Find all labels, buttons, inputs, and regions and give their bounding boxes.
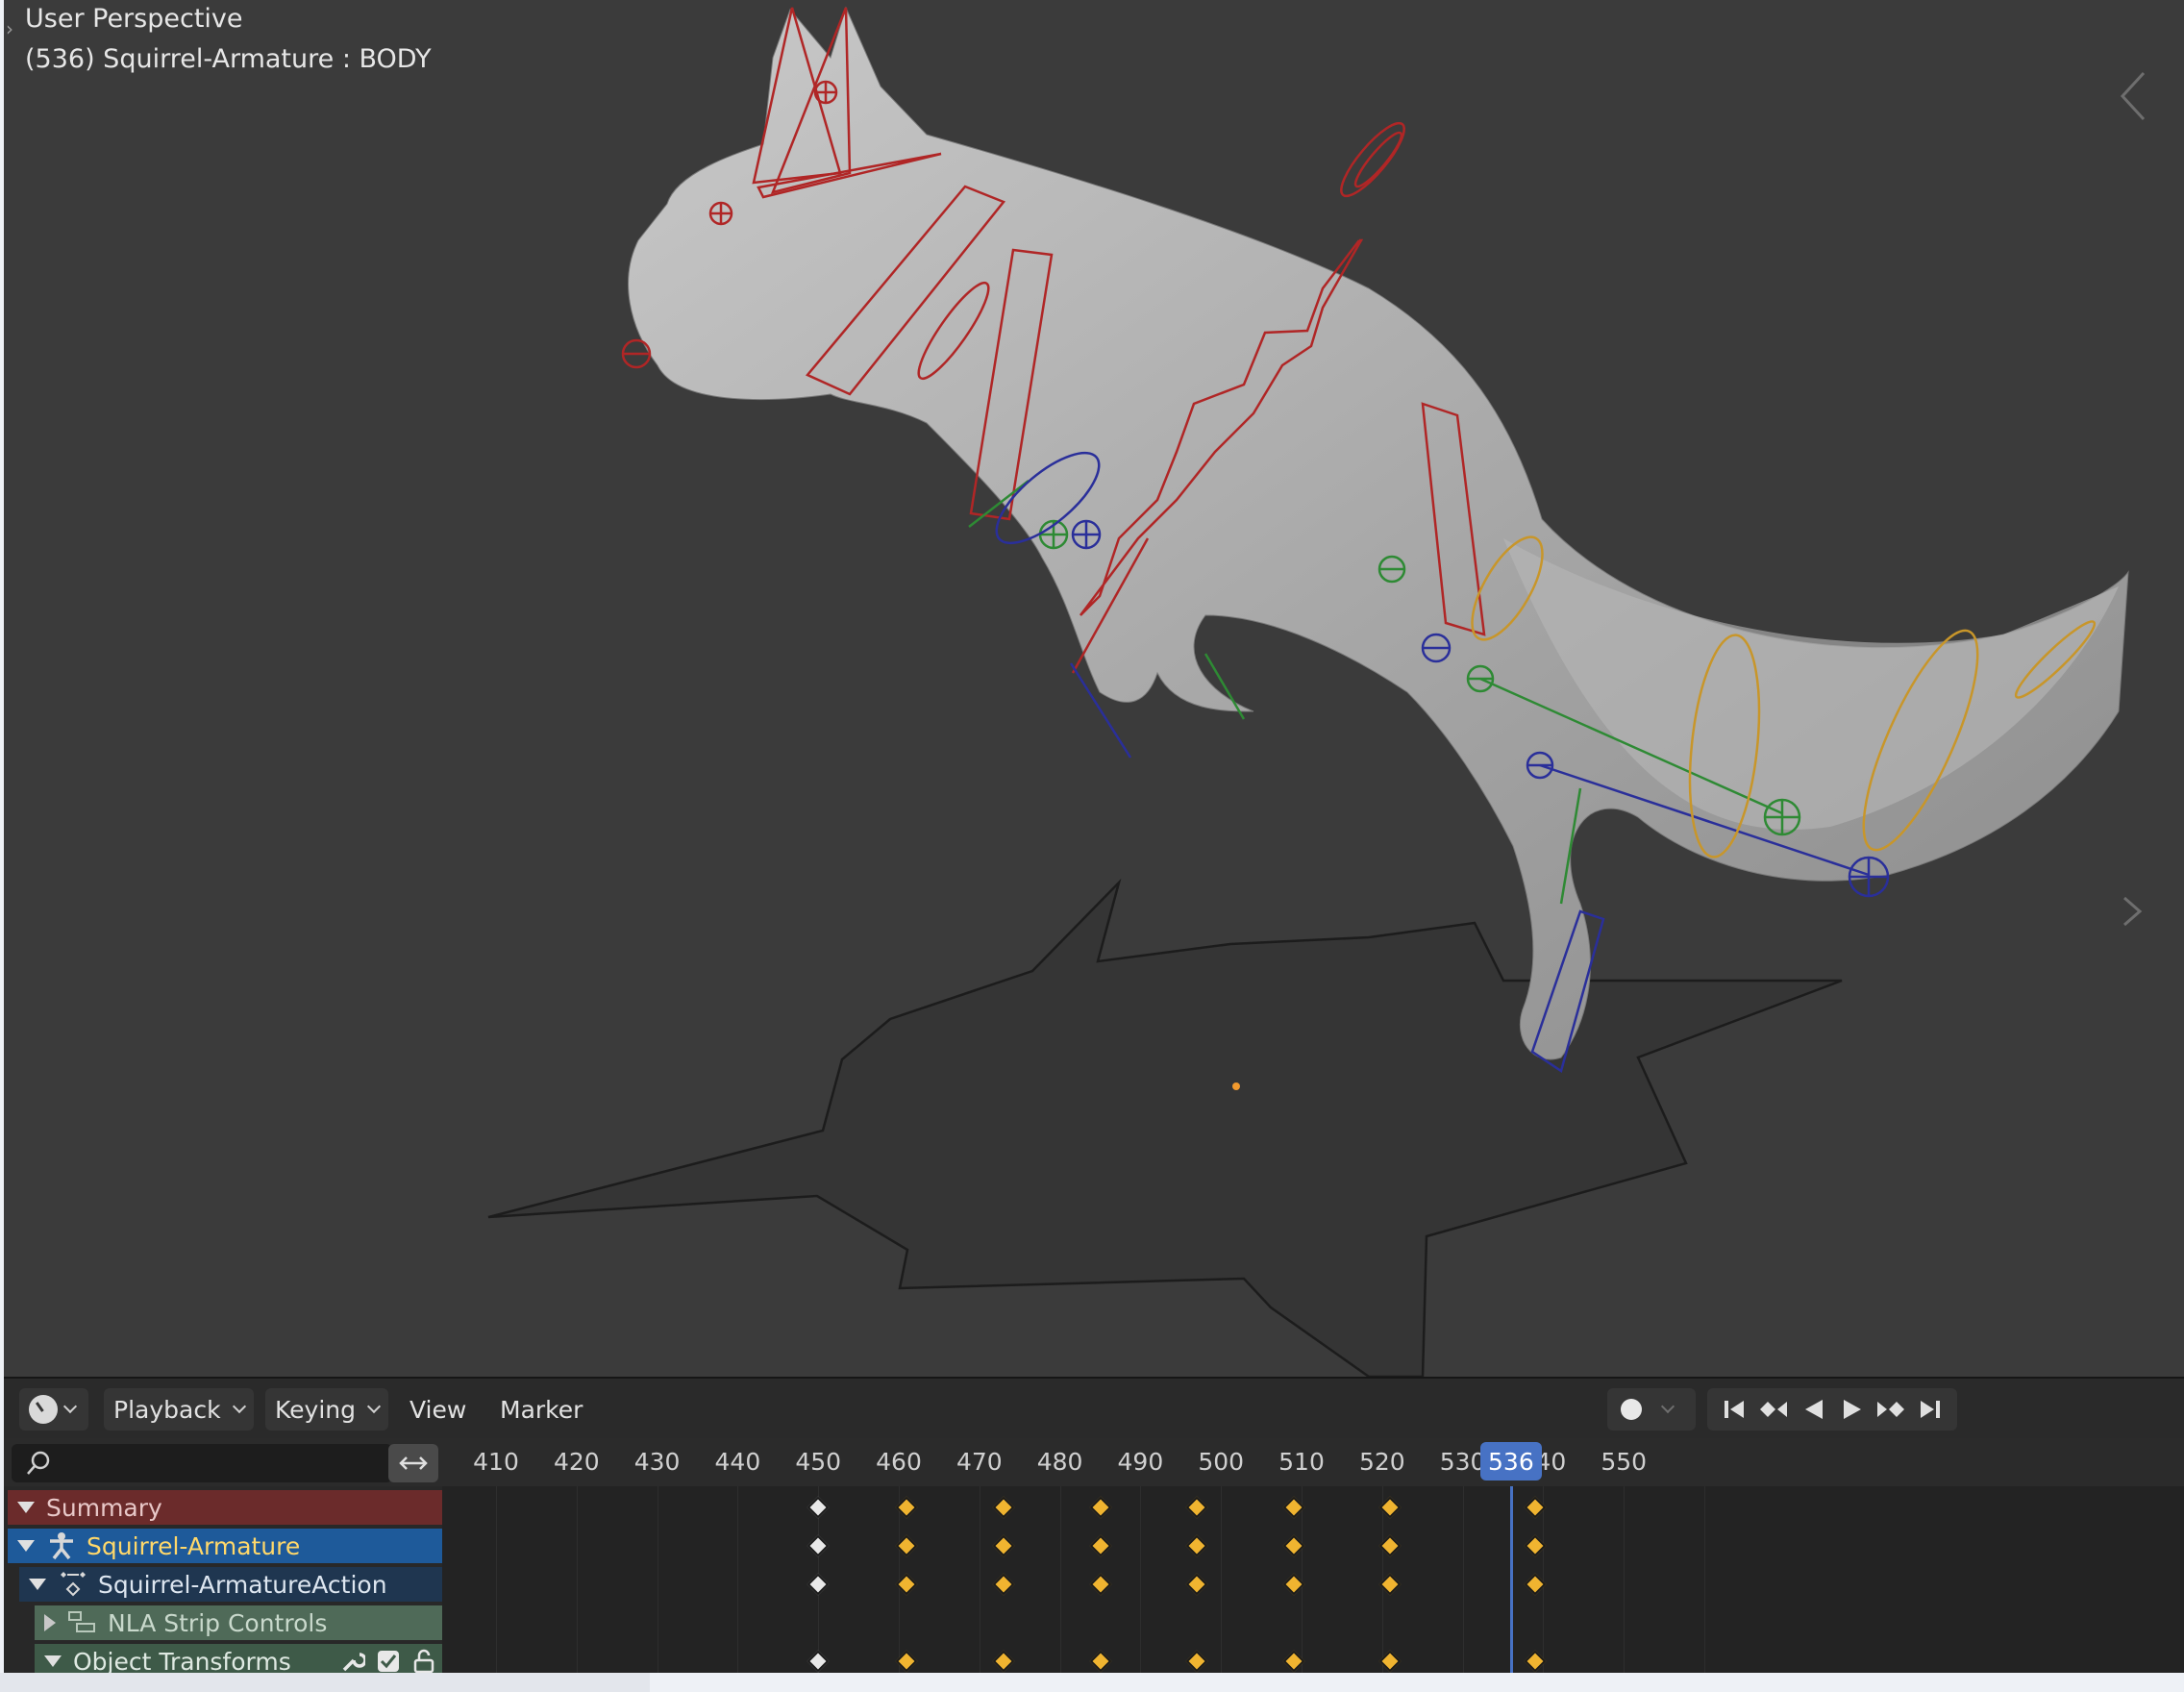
keyframe-marker[interactable] (1185, 1573, 1208, 1596)
play-reverse-icon[interactable] (1798, 1394, 1828, 1425)
expand-toggle-icon[interactable] (44, 1655, 62, 1667)
keyframe-marker[interactable] (807, 1534, 830, 1557)
channel-action-label: Squirrel-ArmatureAction (98, 1570, 387, 1599)
frame-tick-label: 420 (553, 1448, 600, 1476)
channel-nla-strip-controls[interactable]: NLA Strip Controls (35, 1605, 442, 1640)
channel-nla-label: NLA Strip Controls (108, 1608, 328, 1637)
channel-object-transforms[interactable]: Object Transforms (35, 1644, 442, 1673)
keyframe-marker[interactable] (807, 1496, 830, 1519)
tool-settings-chevron-icon[interactable] (2119, 892, 2146, 931)
frame-tick-label: 470 (956, 1448, 1003, 1476)
lock-icon[interactable] (411, 1649, 436, 1673)
frame-tick-label: 480 (1036, 1448, 1083, 1476)
squirrel-body (628, 6, 2129, 1060)
wrench-icon[interactable] (340, 1649, 365, 1673)
frame-tick-label: 440 (714, 1448, 761, 1476)
expand-toggle-icon[interactable] (17, 1540, 35, 1552)
frame-tick-label: 520 (1358, 1448, 1405, 1476)
expand-toggle-icon[interactable] (29, 1579, 46, 1590)
keyframe-marker[interactable] (1185, 1534, 1208, 1557)
sidebar-open-icon[interactable] (2115, 67, 2153, 125)
frame-tick-label: 550 (1601, 1448, 1648, 1476)
frame-tick-label: 530 (1439, 1448, 1486, 1476)
frame-tick-label: 510 (1278, 1448, 1325, 1476)
playhead-line[interactable] (1509, 1486, 1513, 1673)
keyframe-marker[interactable] (807, 1573, 830, 1596)
shadow-outline (487, 878, 1843, 1377)
viewport-title: User Perspective (25, 4, 243, 34)
viewport-scene[interactable] (4, 0, 2184, 1377)
keyframe-marker[interactable] (1185, 1496, 1208, 1519)
playback-label: Playback (113, 1395, 221, 1424)
keyframe-marker[interactable] (1089, 1650, 1111, 1673)
checkbox-icon[interactable] (377, 1650, 400, 1673)
channel-squirrel-armature[interactable]: Squirrel-Armature (8, 1529, 442, 1563)
keyframe-marker[interactable] (1185, 1650, 1208, 1673)
frame-tick-label: 450 (795, 1448, 842, 1476)
record-icon (1621, 1399, 1642, 1420)
viewport-object-info: (536) Squirrel-Armature : BODY (25, 44, 432, 74)
window-bottom-edge (0, 1673, 2184, 1692)
auto-keying-toggle[interactable] (1607, 1388, 1696, 1431)
view-menu[interactable]: View (400, 1388, 476, 1431)
timeline-header: Playback Keying View Marker (4, 1377, 2184, 1438)
playback-menu[interactable]: Playback (104, 1388, 254, 1431)
nla-icon (68, 1611, 95, 1632)
armature-icon (50, 1532, 73, 1560)
swap-channels-icon[interactable] (388, 1444, 438, 1482)
clock-icon (29, 1395, 58, 1424)
keying-menu[interactable]: Keying (265, 1388, 388, 1431)
keyframe-marker[interactable] (992, 1573, 1015, 1596)
expand-toggle-icon[interactable] (17, 1502, 35, 1513)
editor-type-menu[interactable] (19, 1388, 88, 1431)
origin-dot (1232, 1082, 1240, 1090)
keyframe-marker[interactable] (1089, 1573, 1111, 1596)
keyframe-marker[interactable] (992, 1650, 1015, 1673)
frame-ruler[interactable]: 410 420 430 440 450 460 470 480 490 500 510 520 530 5… (4, 1438, 2184, 1486)
channel-armature-label: Squirrel-Armature (87, 1531, 301, 1560)
channel-summary-label: Summary (46, 1493, 162, 1522)
transport-controls (1707, 1388, 1957, 1431)
marker-menu[interactable]: Marker (490, 1388, 592, 1431)
keying-label: Keying (275, 1395, 356, 1424)
frame-tick-label: 460 (876, 1448, 922, 1476)
next-keyframe-icon[interactable] (1875, 1394, 1906, 1425)
frame-tick-label: 430 (633, 1448, 681, 1476)
keyframe-marker[interactable] (992, 1496, 1015, 1519)
play-icon[interactable] (1836, 1394, 1867, 1425)
keyframe-marker[interactable] (807, 1650, 830, 1673)
search-icon (27, 1451, 50, 1475)
keyframe-marker[interactable] (1089, 1534, 1111, 1557)
jump-end-icon[interactable] (1915, 1394, 1946, 1425)
current-frame-indicator[interactable]: 536 (1479, 1442, 1542, 1480)
timeline-editor: Playback Keying View Marker 410 420 430 … (4, 1377, 2184, 1673)
header-toggle-icon[interactable]: › (6, 17, 13, 40)
keyframe-marker[interactable] (992, 1534, 1015, 1557)
channel-list: Summary Squirrel-Armature Squirrel-Armat… (4, 1486, 442, 1673)
keyframe-area[interactable] (442, 1486, 2184, 1673)
expand-toggle-icon[interactable] (44, 1614, 56, 1631)
keyframe-marker[interactable] (1089, 1496, 1111, 1519)
channel-search-input[interactable] (12, 1444, 392, 1482)
action-icon (61, 1572, 86, 1597)
channel-object-transforms-label: Object Transforms (73, 1647, 291, 1674)
frame-tick-label: 490 (1117, 1448, 1164, 1476)
prev-keyframe-icon[interactable] (1758, 1394, 1789, 1425)
frame-tick-label: 500 (1198, 1448, 1245, 1476)
3d-viewport[interactable]: › User Perspective (536) Squirrel-Armatu… (4, 0, 2184, 1377)
jump-start-icon[interactable] (1719, 1394, 1750, 1425)
frame-tick-label: 410 (473, 1448, 519, 1476)
channel-armature-action[interactable]: Squirrel-ArmatureAction (19, 1567, 442, 1602)
channel-summary[interactable]: Summary (8, 1490, 442, 1525)
